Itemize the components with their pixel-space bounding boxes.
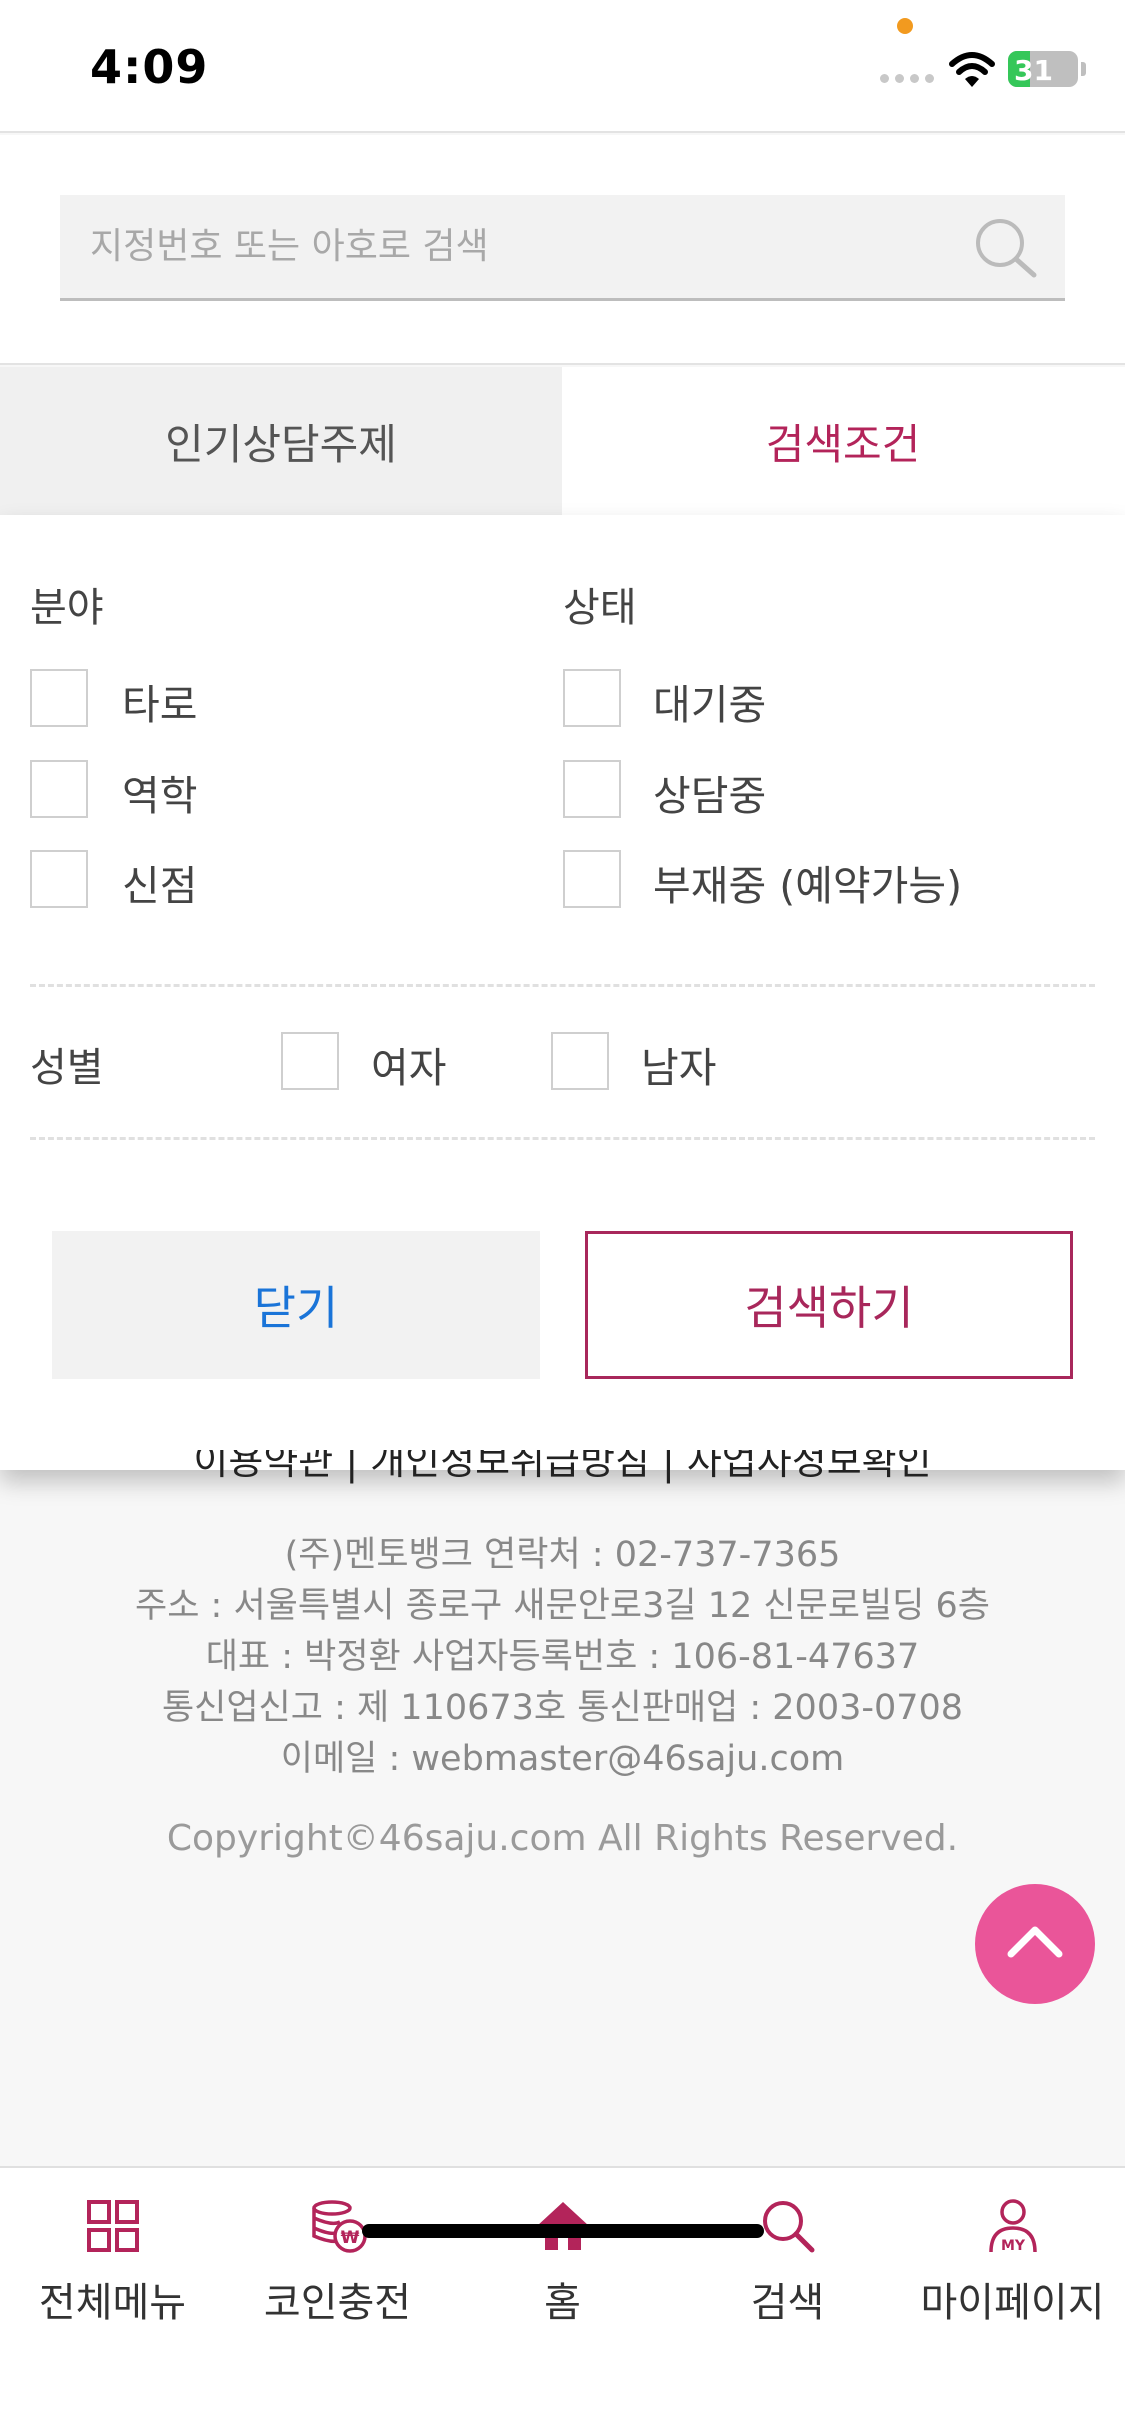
tab-popular-topics[interactable]: 인기상담주제 <box>0 367 562 515</box>
grid-menu-icon <box>86 2200 139 2252</box>
footer-links-text[interactable]: 이용약관 | 개인정보취급방침 | 사업자정보확인 <box>0 1450 1125 1485</box>
checkbox-absent[interactable] <box>563 850 621 908</box>
nav-item-coin[interactable]: ₩ 코인충전 <box>225 2188 450 2338</box>
checkbox-yeokhak[interactable] <box>30 760 88 818</box>
coin-stack-icon: ₩ <box>311 2200 367 2253</box>
tab-bar: 인기상담주제 검색조건 <box>0 367 1125 515</box>
field-label: 분야 <box>30 585 104 631</box>
nav-item-mypage[interactable]: MY 마이페이지 <box>900 2188 1125 2338</box>
home-indicator <box>362 2224 764 2238</box>
divider <box>30 1137 1095 1140</box>
svg-text:MY: MY <box>1000 2238 1025 2254</box>
option-yeokhak: 역학 <box>122 772 198 820</box>
checkbox-female[interactable] <box>281 1032 339 1090</box>
checkbox-tarot[interactable] <box>30 669 88 727</box>
search-button[interactable]: 검색하기 <box>585 1231 1073 1379</box>
option-consulting: 상담중 <box>653 772 767 820</box>
nav-label-mypage: 마이페이지 <box>920 2280 1105 2326</box>
tab-search-conditions[interactable]: 검색조건 <box>562 367 1124 515</box>
status-bar: 4:09 31 <box>0 0 1125 133</box>
option-absent: 부재중 (예약가능) <box>653 862 963 910</box>
search-box <box>60 195 1065 301</box>
nav-item-menu[interactable]: 전체메뉴 <box>0 2188 225 2338</box>
footer-company-info: (주)멘토뱅크 연락처 : 02-737-7365 주소 : 서울특별시 종로구… <box>0 1530 1125 1785</box>
privacy-indicator-dot <box>897 18 913 34</box>
chevron-up-icon <box>1007 1926 1063 1958</box>
nav-label-search: 검색 <box>750 2280 825 2326</box>
bottom-nav: 전체메뉴 ₩ 코인충전 홈 검색 MY 마이페이지 <box>0 2166 1125 2436</box>
checkbox-consulting[interactable] <box>563 760 621 818</box>
option-waiting: 대기중 <box>653 681 767 729</box>
nav-label-coin: 코인충전 <box>263 2280 412 2326</box>
option-female: 여자 <box>371 1044 447 1092</box>
scroll-top-button[interactable] <box>975 1884 1095 2004</box>
footer-telecom: 통신업신고 : 제 110673호 통신판매업 : 2003-0708 <box>161 1688 964 1728</box>
nav-item-home[interactable]: 홈 <box>450 2188 675 2338</box>
search-icon <box>762 2201 814 2253</box>
option-sinjeom: 신점 <box>122 862 198 910</box>
search-conditions-panel: 분야 상태 타로 역학 신점 대기중 상담중 부재중 (예약가능) 성별 여자 … <box>0 515 1125 1470</box>
nav-label-home: 홈 <box>544 2280 581 2326</box>
cellular-signal-icon <box>880 74 934 83</box>
nav-label-menu: 전체메뉴 <box>38 2280 187 2326</box>
search-icon[interactable] <box>970 213 1040 283</box>
checkbox-waiting[interactable] <box>563 669 621 727</box>
wifi-icon <box>949 52 995 87</box>
battery-cap <box>1081 62 1086 76</box>
battery-level: 31 <box>1014 54 1053 87</box>
copyright: Copyright©46saju.com All Rights Reserved… <box>166 1818 959 1859</box>
status-label: 상태 <box>563 585 637 631</box>
footer-links: 이용약관 | 개인정보취급방침 | 사업자정보확인 <box>0 1450 1125 1490</box>
svg-text:₩: ₩ <box>340 2228 359 2248</box>
footer-company: (주)멘토뱅크 연락처 : 02-737-7365 <box>284 1535 841 1575</box>
close-button[interactable]: 닫기 <box>52 1231 540 1379</box>
option-tarot: 타로 <box>122 681 198 729</box>
search-section <box>0 135 1125 365</box>
option-male: 남자 <box>641 1044 717 1092</box>
footer-email: 이메일 : webmaster@46saju.com <box>280 1739 845 1779</box>
checkbox-sinjeom[interactable] <box>30 850 88 908</box>
divider <box>30 984 1095 987</box>
gender-label: 성별 <box>30 1045 104 1091</box>
battery-icon: 31 <box>1008 51 1078 87</box>
footer-ceo: 대표 : 박정환 사업자등록번호 : 106-81-47637 <box>205 1637 920 1677</box>
my-profile-icon: MY <box>988 2199 1037 2254</box>
search-input[interactable] <box>90 195 970 298</box>
checkbox-male[interactable] <box>551 1032 609 1090</box>
footer-address: 주소 : 서울특별시 종로구 새문안로3길 12 신문로빌딩 6층 <box>135 1586 990 1626</box>
nav-item-search[interactable]: 검색 <box>675 2188 900 2338</box>
status-time: 4:09 <box>90 40 209 94</box>
